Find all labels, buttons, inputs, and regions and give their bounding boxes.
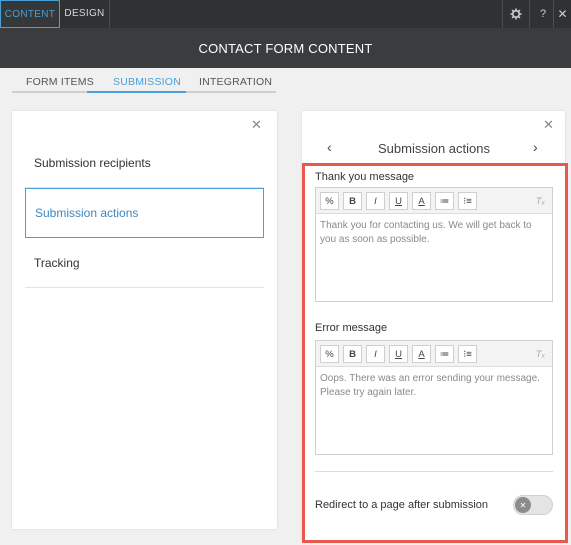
help-icon[interactable]: ? [529,0,556,28]
panel-title: Submission actions [378,141,490,156]
tab-form-items[interactable]: FORM ITEMS [26,76,94,88]
chevron-left-icon[interactable]: ‹ [327,139,332,155]
tab-submission[interactable]: SUBMISSION [113,76,181,88]
list-item-submission-recipients[interactable]: Submission recipients [25,138,264,188]
tab-design[interactable]: DESIGN [60,0,110,28]
chevron-right-icon[interactable]: › [533,139,538,155]
close-icon[interactable]: ✕ [251,117,262,133]
tab-integration[interactable]: INTEGRATION [199,76,272,88]
close-icon[interactable]: ✕ [553,0,571,28]
title-bar: CONTACT FORM CONTENT [0,28,571,68]
sub-tabs: FORM ITEMS SUBMISSION INTEGRATION [12,70,276,93]
gear-icon[interactable] [502,0,529,28]
active-tab-indicator [87,91,186,93]
highlight-box [302,163,568,543]
page-title: CONTACT FORM CONTENT [198,40,373,56]
list-item-submission-actions[interactable]: Submission actions [25,188,264,238]
close-icon[interactable]: ✕ [543,117,554,133]
list-item-tracking[interactable]: Tracking [25,238,264,288]
settings-list-panel: ✕ Submission recipients Submission actio… [12,111,277,529]
tab-content[interactable]: CONTENT [0,0,60,28]
top-bar: CONTENT DESIGN ? ✕ [0,0,571,28]
